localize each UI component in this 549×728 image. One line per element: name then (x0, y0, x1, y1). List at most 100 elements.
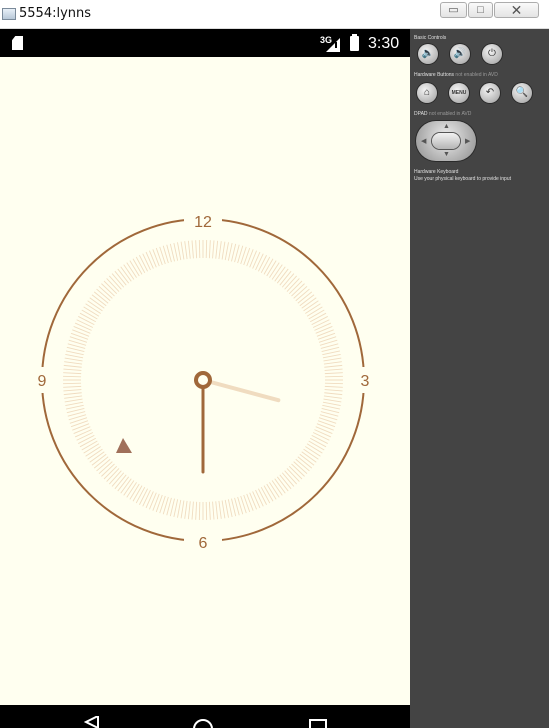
minute-tick (208, 240, 211, 259)
window-titlebar: 5554:lynns ▭ □ ✕ (0, 0, 549, 29)
minute-tick (316, 329, 334, 337)
hardware-home-button[interactable]: ⌂ (417, 83, 437, 103)
minute-tick (311, 316, 328, 326)
minute-tick (224, 499, 229, 518)
power-icon: ⏻ (488, 48, 496, 59)
minute-tick (65, 350, 84, 356)
minimize-button[interactable]: ▭ (440, 2, 467, 18)
power-button[interactable]: ⏻ (482, 44, 502, 64)
minute-tick (64, 398, 83, 403)
minute-tick (246, 493, 254, 511)
minute-tick (314, 429, 332, 438)
minute-tick (64, 357, 83, 362)
basic-controls-label: Basic Controls (414, 35, 447, 41)
battery-icon (350, 34, 359, 51)
minute-tick (224, 242, 229, 261)
minute-tick (257, 255, 267, 272)
minute-tick (310, 312, 327, 323)
minute-tick (180, 241, 185, 260)
minute-tick (215, 501, 219, 520)
minute-tick (177, 499, 182, 518)
minute-tick (221, 241, 226, 260)
volume-up-button[interactable]: 🔊 (450, 44, 470, 64)
minute-tick (142, 489, 151, 507)
minute-tick (63, 368, 82, 371)
minute-tick (312, 432, 330, 441)
minute-tick (79, 437, 96, 448)
minute-tick (306, 443, 323, 454)
maximize-button[interactable]: □ (468, 2, 493, 18)
minute-tick (73, 426, 91, 434)
minute-tick (65, 404, 84, 410)
minute-tick (324, 364, 343, 368)
minute-tick (63, 389, 82, 392)
hardware-buttons-note: not enabled in AVD (455, 72, 498, 78)
minute-tick (64, 395, 83, 399)
minute-tick (306, 306, 323, 317)
numeral-9: 9 (38, 373, 47, 390)
analog-clock: 12 3 6 9 (32, 209, 374, 552)
minute-tick (63, 372, 82, 375)
minute-tick (81, 309, 98, 320)
minute-tick (81, 440, 98, 451)
minute-tick (132, 485, 143, 502)
minute-tick (252, 251, 261, 269)
menu-label: MENU (451, 90, 467, 96)
dpad-right-icon[interactable]: ▶ (465, 137, 470, 145)
minute-tick (324, 385, 343, 388)
minute-tick (78, 434, 95, 444)
home-icon: ⌂ (423, 87, 431, 98)
minute-tick (215, 240, 219, 259)
minute-tick (316, 423, 334, 431)
minute-tick (187, 501, 191, 520)
minute-tick (184, 241, 188, 260)
minute-tick (129, 260, 140, 277)
home-icon[interactable] (192, 718, 214, 728)
minute-tick (152, 249, 160, 267)
hardware-back-button[interactable]: ↶ (480, 83, 500, 103)
minute-tick (266, 483, 277, 500)
back-icon[interactable] (84, 716, 100, 728)
dpad-note: not enabled in AVD (428, 111, 472, 117)
minute-tick (129, 483, 140, 500)
minute-tick (191, 501, 194, 520)
minute-tick (74, 322, 92, 331)
minute-tick (72, 423, 90, 431)
minute-tick (135, 487, 146, 504)
minute-tick (74, 429, 92, 438)
recents-icon[interactable] (309, 719, 327, 728)
minute-tick (322, 404, 341, 410)
minute-tick (246, 249, 254, 267)
minute-tick (314, 322, 332, 331)
minute-tick (218, 500, 222, 519)
minute-tick (324, 392, 343, 396)
seconds-marker-icon (116, 438, 132, 453)
minute-tick (311, 434, 328, 444)
clock-center-hub (194, 371, 212, 389)
minute-tick (266, 260, 277, 277)
numeral-12: 12 (194, 214, 212, 231)
app-icon (2, 8, 16, 20)
hardware-keyboard-note: Use your physical keyboard to provide in… (414, 176, 511, 182)
minute-tick (249, 250, 257, 268)
minute-tick (322, 350, 341, 356)
minute-tick (308, 440, 325, 451)
volume-down-button[interactable]: 🔈 (418, 44, 438, 64)
minute-tick (322, 354, 341, 359)
minute-tick (76, 432, 94, 441)
minute-tick (218, 241, 222, 260)
minute-tick (65, 354, 84, 359)
dpad-down-icon[interactable]: ▼ (443, 151, 450, 158)
signal-icon (326, 38, 340, 52)
dpad-left-icon[interactable]: ◀ (421, 137, 426, 145)
minute-tick (227, 499, 233, 518)
hardware-menu-button[interactable]: MENU (449, 83, 469, 103)
minute-tick (79, 312, 96, 323)
close-button[interactable]: ✕ (494, 2, 539, 18)
dpad-up-icon[interactable]: ▲ (443, 123, 450, 130)
minute-tick (63, 392, 82, 396)
hardware-search-button[interactable]: 🔍 (512, 83, 532, 103)
minute-tick (191, 240, 194, 259)
dpad-label: DPAD not enabled in AVD (414, 111, 472, 117)
dpad-center-button[interactable] (432, 133, 460, 149)
